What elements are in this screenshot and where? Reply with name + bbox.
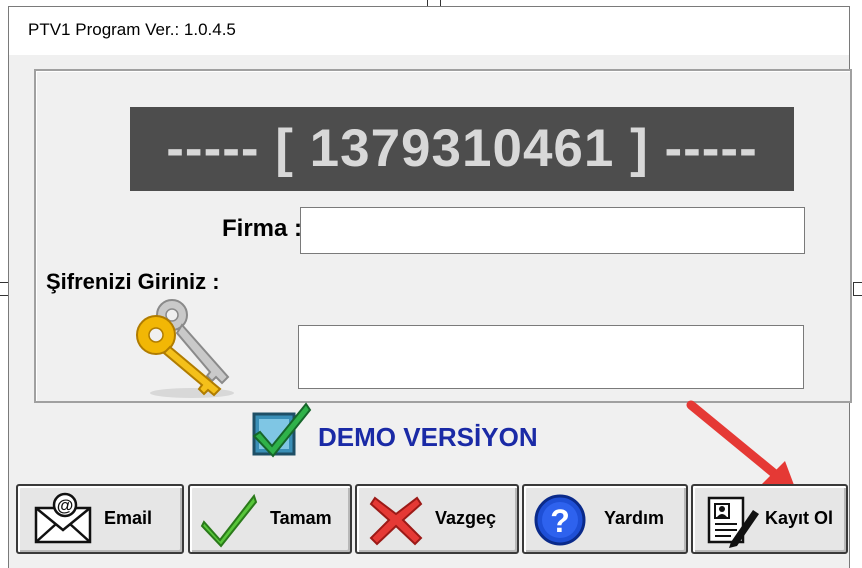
resize-handle-right[interactable] xyxy=(853,282,862,296)
title-bar[interactable]: PTV1 Program Ver.: 1.0.4.5 xyxy=(9,7,849,55)
yardim-button[interactable]: ? Yardım xyxy=(522,484,688,554)
program-window: PTV1 Program Ver.: 1.0.4.5 ----- [ 13793… xyxy=(8,6,852,568)
kayit-ol-button-label: Kayıt Ol xyxy=(765,508,834,528)
yardim-button-label: Yardım xyxy=(604,508,665,528)
key-icon xyxy=(136,299,234,398)
email-button-label: Email xyxy=(104,508,153,528)
email-button[interactable]: @ Email xyxy=(16,484,184,554)
vazgec-button-label: Vazgeç xyxy=(435,508,497,528)
green-check-icon xyxy=(200,493,258,548)
svg-text:@: @ xyxy=(57,496,74,515)
password-label: Şifrenizi Giriniz : xyxy=(46,269,220,294)
demo-version-label: DEMO VERSİYON xyxy=(318,422,538,452)
kayit-ol-button[interactable]: Kayıt Ol xyxy=(691,484,848,554)
password-field[interactable] xyxy=(298,325,804,389)
red-x-icon xyxy=(369,496,423,546)
serial-number-display: ----- [ 1379310461 ] ----- xyxy=(130,107,794,191)
tamam-button-label: Tamam xyxy=(270,508,332,528)
svg-text:?: ? xyxy=(550,503,570,539)
registration-form-pen-icon xyxy=(707,496,759,548)
firma-field[interactable] xyxy=(300,207,805,254)
window-title: PTV1 Program Ver.: 1.0.4.5 xyxy=(28,20,236,39)
login-panel: ----- [ 1379310461 ] ----- Firma : Şifre… xyxy=(34,69,852,403)
check-box-icon xyxy=(252,402,312,458)
envelope-at-icon: @ xyxy=(34,492,92,544)
vazgec-button[interactable]: Vazgeç xyxy=(355,484,519,554)
tamam-button[interactable]: Tamam xyxy=(188,484,352,554)
firma-label: Firma : xyxy=(221,215,302,242)
blue-question-icon: ? xyxy=(534,494,586,546)
